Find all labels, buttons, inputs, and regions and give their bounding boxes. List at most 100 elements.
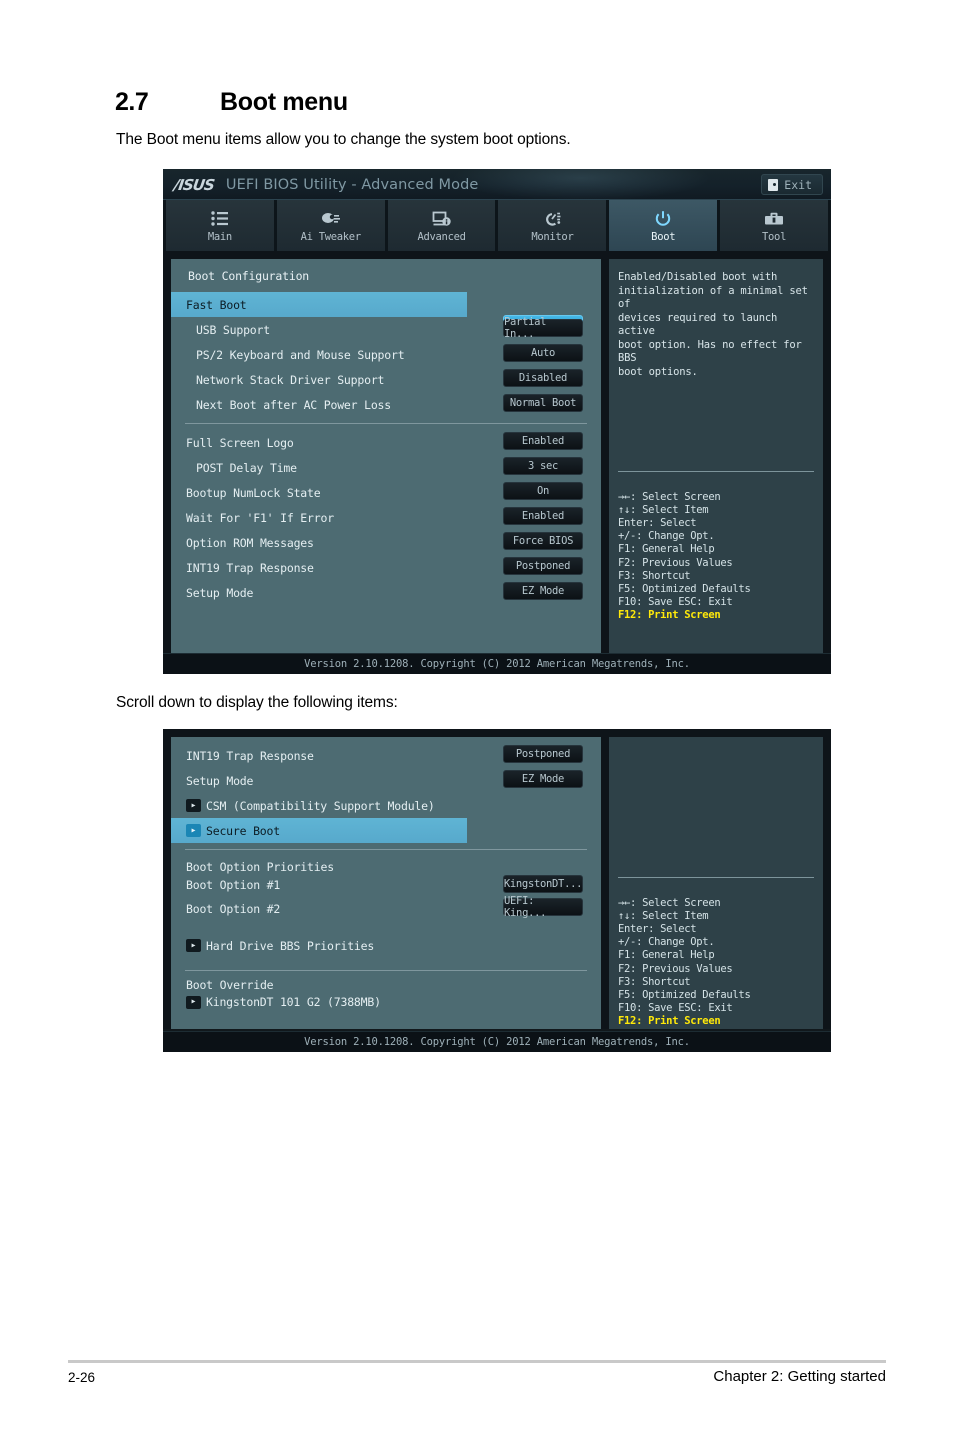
help-description-text: Enabled/Disabled boot with initializatio… <box>618 271 808 378</box>
boot-override-label: Boot Override <box>186 977 274 992</box>
bios-version-footer: Version 2.10.1208. Copyright (C) 2012 Am… <box>163 653 831 674</box>
boot-override-label-row: Boot Override <box>171 977 601 992</box>
list-icon <box>211 209 229 229</box>
setting-row-ps2-support[interactable]: PS/2 Keyboard and Mouse Support Auto <box>171 342 601 367</box>
keyboard-legend-2: →←: Select Screen ↑↓: Select Item Enter:… <box>618 884 751 1041</box>
tab-advanced[interactable]: Advanced <box>387 200 496 251</box>
tab-ai-tweaker[interactable]: Ai Tweaker <box>276 200 385 251</box>
boot-option-priorities-label-row: Boot Option Priorities <box>171 859 601 874</box>
keyboard-legend-hotkey-2: F12: Print Screen <box>618 1014 721 1027</box>
bios-help-panel-2: →←: Select Screen ↑↓: Select Item Enter:… <box>609 737 823 1029</box>
value-boot-option-1[interactable]: KingstonDT... <box>503 875 583 893</box>
keyboard-legend: →←: Select Screen ↑↓: Select Item Enter:… <box>618 478 751 635</box>
chevron-right-icon: ▸ <box>186 799 201 812</box>
value-ps2-support[interactable]: Auto <box>503 344 583 362</box>
bios-title-bar: /ISUS UEFI BIOS Utility - Advanced Mode … <box>163 169 831 201</box>
setting-row-boot-option-1[interactable]: Boot Option #1 KingstonDT... <box>171 874 601 896</box>
tab-tool-label: Tool <box>762 230 787 243</box>
bios-content-area-scrolled: INT19 Trap Response Postponed Setup Mode… <box>163 729 831 1029</box>
setting-row-fast-boot[interactable]: Fast Boot <box>171 292 467 317</box>
setting-row-option-rom-messages[interactable]: Option ROM Messages Force BIOS <box>171 530 601 555</box>
setting-row-setup-mode[interactable]: Setup Mode EZ Mode <box>171 580 601 605</box>
toolbox-icon <box>764 209 784 229</box>
setting-label: Wait For 'F1' If Error <box>186 510 334 525</box>
value-full-screen-logo[interactable]: Enabled <box>503 432 583 450</box>
setting-row-post-delay-time[interactable]: POST Delay Time 3 sec <box>171 455 601 480</box>
setting-row-next-boot-ac-loss[interactable]: Next Boot after AC Power Loss Normal Boo… <box>171 392 601 417</box>
boot-option-priorities-label: Boot Option Priorities <box>186 859 334 874</box>
setting-row-full-screen-logo[interactable]: Full Screen Logo Enabled <box>171 430 601 455</box>
tab-main[interactable]: Main <box>166 200 274 251</box>
footer-divider <box>68 1360 886 1363</box>
setting-row-int19-trap-response[interactable]: INT19 Trap Response Postponed <box>171 555 601 580</box>
tweak-icon <box>321 209 341 229</box>
exit-button-label: Exit <box>784 177 812 192</box>
tab-boot-label: Boot <box>651 230 676 243</box>
setting-row-setup-mode-2[interactable]: Setup Mode EZ Mode <box>171 768 601 793</box>
bios-content-area: Boot Configuration Fast Boot Enabled USB… <box>163 251 831 653</box>
tab-ai-tweaker-label: Ai Tweaker <box>300 230 362 243</box>
keyboard-legend-hotkey: F12: Print Screen <box>618 608 721 621</box>
setting-row-usb-support[interactable]: USB Support Partial In... <box>171 316 601 342</box>
setting-row-bootup-numlock[interactable]: Bootup NumLock State On <box>171 480 601 505</box>
value-int19-trap-response-2[interactable]: Postponed <box>503 745 583 763</box>
boot-configuration-label: Boot Configuration <box>188 269 310 283</box>
value-option-rom-messages[interactable]: Force BIOS <box>503 532 583 550</box>
tab-boot[interactable]: Boot <box>609 200 718 251</box>
bios-help-panel: Enabled/Disabled boot with initializatio… <box>609 259 823 653</box>
submenu-row-secure-boot[interactable]: ▸ Secure Boot <box>171 818 467 843</box>
chevron-right-icon: ▸ <box>186 824 201 837</box>
value-network-stack[interactable]: Disabled <box>503 369 583 387</box>
bios-version-footer-2: Version 2.10.1208. Copyright (C) 2012 Am… <box>163 1031 831 1052</box>
submenu-row-hard-drive-bbs[interactable]: ▸ Hard Drive BBS Priorities <box>171 933 601 958</box>
setting-label: Setup Mode <box>186 773 254 788</box>
setting-row-int19-trap-response-2[interactable]: INT19 Trap Response Postponed <box>171 743 601 768</box>
value-post-delay-time[interactable]: 3 sec <box>503 457 583 475</box>
settings-divider <box>185 423 587 424</box>
value-setup-mode-2[interactable]: EZ Mode <box>503 770 583 788</box>
value-wait-for-f1[interactable]: Enabled <box>503 507 583 525</box>
tab-monitor[interactable]: Monitor <box>498 200 607 251</box>
setting-label: USB Support <box>196 322 270 337</box>
tab-monitor-label: Monitor <box>531 230 574 243</box>
value-setup-mode[interactable]: EZ Mode <box>503 582 583 600</box>
titlebar-sheen <box>451 169 711 201</box>
power-icon <box>654 209 672 229</box>
submenu-row-csm[interactable]: ▸ CSM (Compatibility Support Module) <box>171 793 601 818</box>
setting-label: Boot Option #1 <box>186 878 281 892</box>
setting-row-network-stack[interactable]: Network Stack Driver Support Disabled <box>171 367 601 392</box>
section-title: Boot menu <box>220 88 348 116</box>
bios-screenshot-scrolled: INT19 Trap Response Postponed Setup Mode… <box>163 729 831 1052</box>
chevron-right-icon: ▸ <box>186 939 201 952</box>
bios-utility-title: UEFI BIOS Utility - Advanced Mode <box>225 176 479 193</box>
value-boot-option-2[interactable]: UEFI: King... <box>503 895 583 919</box>
monitor-gauge-icon <box>542 209 562 229</box>
section-intro-text: The Boot menu items allow you to change … <box>116 131 571 148</box>
tab-advanced-label: Advanced <box>417 230 466 243</box>
exit-door-icon <box>768 178 779 191</box>
value-bootup-numlock[interactable]: On <box>503 482 583 500</box>
boot-override-row-kingston[interactable]: ▸ KingstonDT 101 G2 (7388MB) <box>171 992 601 1012</box>
settings-divider-3 <box>185 970 587 971</box>
bios-tab-bar: Main Ai Tweaker Advanced Monitor Boot To… <box>163 200 831 251</box>
keyboard-legend-text: →←: Select Screen ↑↓: Select Item Enter:… <box>618 491 751 608</box>
value-int19-trap-response[interactable]: Postponed <box>503 557 583 575</box>
setting-label: Fast Boot <box>186 297 247 312</box>
value-usb-support[interactable]: Partial In... <box>503 316 583 340</box>
setting-row-wait-for-f1[interactable]: Wait For 'F1' If Error Enabled <box>171 505 601 530</box>
footer-page-number: 2-26 <box>68 1370 96 1385</box>
value-next-boot-ac-loss[interactable]: Normal Boot <box>503 394 583 412</box>
submenu-label: Secure Boot <box>206 823 280 838</box>
tab-tool[interactable]: Tool <box>720 200 828 251</box>
bios-version-text-2: Version 2.10.1208. Copyright (C) 2012 Am… <box>304 1036 690 1048</box>
chevron-right-icon: ▸ <box>186 995 201 1009</box>
help-divider <box>618 471 814 472</box>
setting-label: Option ROM Messages <box>186 535 314 550</box>
boot-settings-panel: Boot Configuration Fast Boot Enabled USB… <box>171 259 627 653</box>
submenu-label: CSM (Compatibility Support Module) <box>206 798 435 813</box>
setting-row-boot-option-2[interactable]: Boot Option #2 UEFI: King... <box>171 895 601 921</box>
submenu-label: Hard Drive BBS Priorities <box>206 938 375 953</box>
setting-label: Setup Mode <box>186 585 254 600</box>
exit-button[interactable]: Exit <box>761 174 823 195</box>
tab-main-label: Main <box>207 230 232 243</box>
